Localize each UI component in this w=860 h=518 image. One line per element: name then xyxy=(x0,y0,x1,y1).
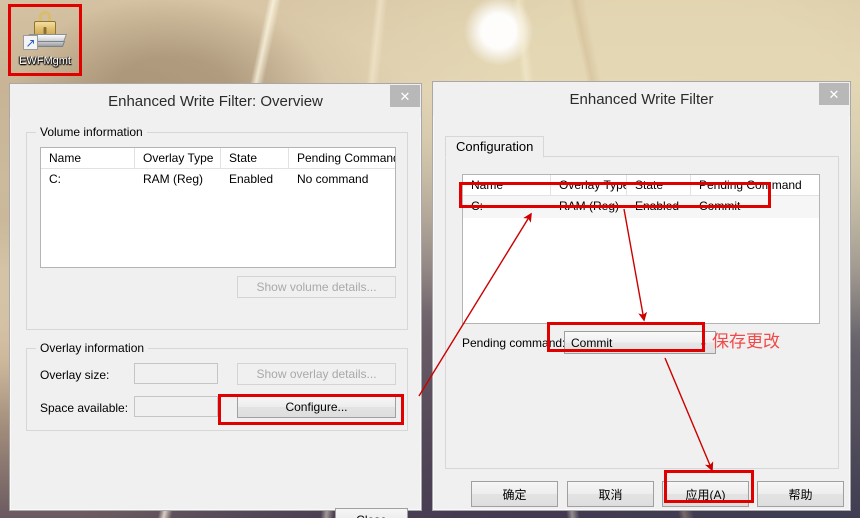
column-header-overlay-type[interactable]: Overlay Type xyxy=(135,148,221,168)
configuration-listview-header: Name Overlay Type State Pending Command xyxy=(463,175,819,196)
ok-button[interactable]: 确定 xyxy=(471,481,558,507)
column-header-name[interactable]: Name xyxy=(463,175,551,195)
close-icon[interactable]: ✕ xyxy=(390,85,420,107)
chevron-down-icon: ⌄ xyxy=(698,336,708,349)
column-header-name[interactable]: Name xyxy=(41,148,135,168)
configuration-dialog: Enhanced Write Filter ✕ Configuration Na… xyxy=(432,81,851,511)
configuration-titlebar: Enhanced Write Filter ✕ xyxy=(433,82,850,116)
column-header-pending-command[interactable]: Pending Command xyxy=(289,148,395,168)
cancel-button[interactable]: 取消 xyxy=(567,481,654,507)
volume-information-group: Volume information Name Overlay Type Sta… xyxy=(26,125,408,330)
overlay-information-group: Overlay information Overlay size: Space … xyxy=(26,341,408,431)
configure-button[interactable]: Configure... xyxy=(237,396,396,418)
table-row[interactable]: C: RAM (Reg) Enabled Commit xyxy=(463,196,819,218)
cell-name: C: xyxy=(471,199,483,213)
desktop-icon-ewfmgmt[interactable]: ↗ EWFMgmt xyxy=(8,4,82,76)
cell-state: Enabled xyxy=(635,199,680,213)
close-icon[interactable]: ✕ xyxy=(819,83,849,105)
volume-listview-header: Name Overlay Type State Pending Command xyxy=(41,148,395,169)
pending-command-value: Commit xyxy=(571,335,613,350)
cell-pending-command: Commit xyxy=(699,199,741,213)
configuration-body: Configuration Name Overlay Type State Pe… xyxy=(433,116,850,510)
overlay-size-field[interactable] xyxy=(134,363,218,384)
column-header-state[interactable]: State xyxy=(221,148,289,168)
configuration-listview[interactable]: Name Overlay Type State Pending Command … xyxy=(462,174,820,324)
show-volume-details-button[interactable]: Show volume details... xyxy=(237,276,396,298)
overview-dialog: Enhanced Write Filter: Overview ✕ Volume… xyxy=(9,83,422,518)
column-header-pending-command[interactable]: Pending Command xyxy=(691,175,819,195)
overlay-information-legend: Overlay information xyxy=(36,341,149,355)
space-available-field[interactable] xyxy=(134,396,218,417)
column-header-state[interactable]: State xyxy=(627,175,691,195)
pending-command-dropdown[interactable]: Commit ⌄ xyxy=(564,331,716,354)
pending-command-label: Pending command: xyxy=(462,336,566,350)
overview-titlebar: Enhanced Write Filter: Overview ✕ xyxy=(10,84,421,118)
overlay-size-label: Overlay size: xyxy=(40,368,110,382)
volume-information-legend: Volume information xyxy=(36,125,147,139)
show-overlay-details-button[interactable]: Show overlay details... xyxy=(237,363,396,385)
tab-configuration[interactable]: Configuration xyxy=(445,136,545,158)
cell-pending-command: No command xyxy=(297,172,369,186)
space-available-label: Space available: xyxy=(40,401,129,415)
configuration-tabstrip: Configuration Name Overlay Type State Pe… xyxy=(445,136,839,469)
configuration-title: Enhanced Write Filter xyxy=(569,90,714,108)
volume-listview[interactable]: Name Overlay Type State Pending Command … xyxy=(40,147,396,268)
desktop-background: ↗ EWFMgmt Enhanced Write Filter: Overvie… xyxy=(0,0,860,518)
close-button[interactable]: Close xyxy=(335,508,408,518)
column-header-overlay-type[interactable]: Overlay Type xyxy=(551,175,627,195)
apply-button[interactable]: 应用(A) xyxy=(662,481,749,507)
cell-overlay-type: RAM (Reg) xyxy=(143,172,204,186)
cell-overlay-type: RAM (Reg) xyxy=(559,199,620,213)
cell-state: Enabled xyxy=(229,172,274,186)
overview-body: Volume information Name Overlay Type Sta… xyxy=(10,118,421,518)
table-row[interactable]: C: RAM (Reg) Enabled No command xyxy=(41,169,395,191)
cell-name: C: xyxy=(49,172,61,186)
shortcut-arrow-icon: ↗ xyxy=(23,35,38,50)
overview-title: Enhanced Write Filter: Overview xyxy=(108,92,323,110)
padlock-drive-icon: ↗ xyxy=(21,10,69,54)
desktop-icon-label: EWFMgmt xyxy=(19,55,71,67)
help-button[interactable]: 帮助 xyxy=(757,481,844,507)
